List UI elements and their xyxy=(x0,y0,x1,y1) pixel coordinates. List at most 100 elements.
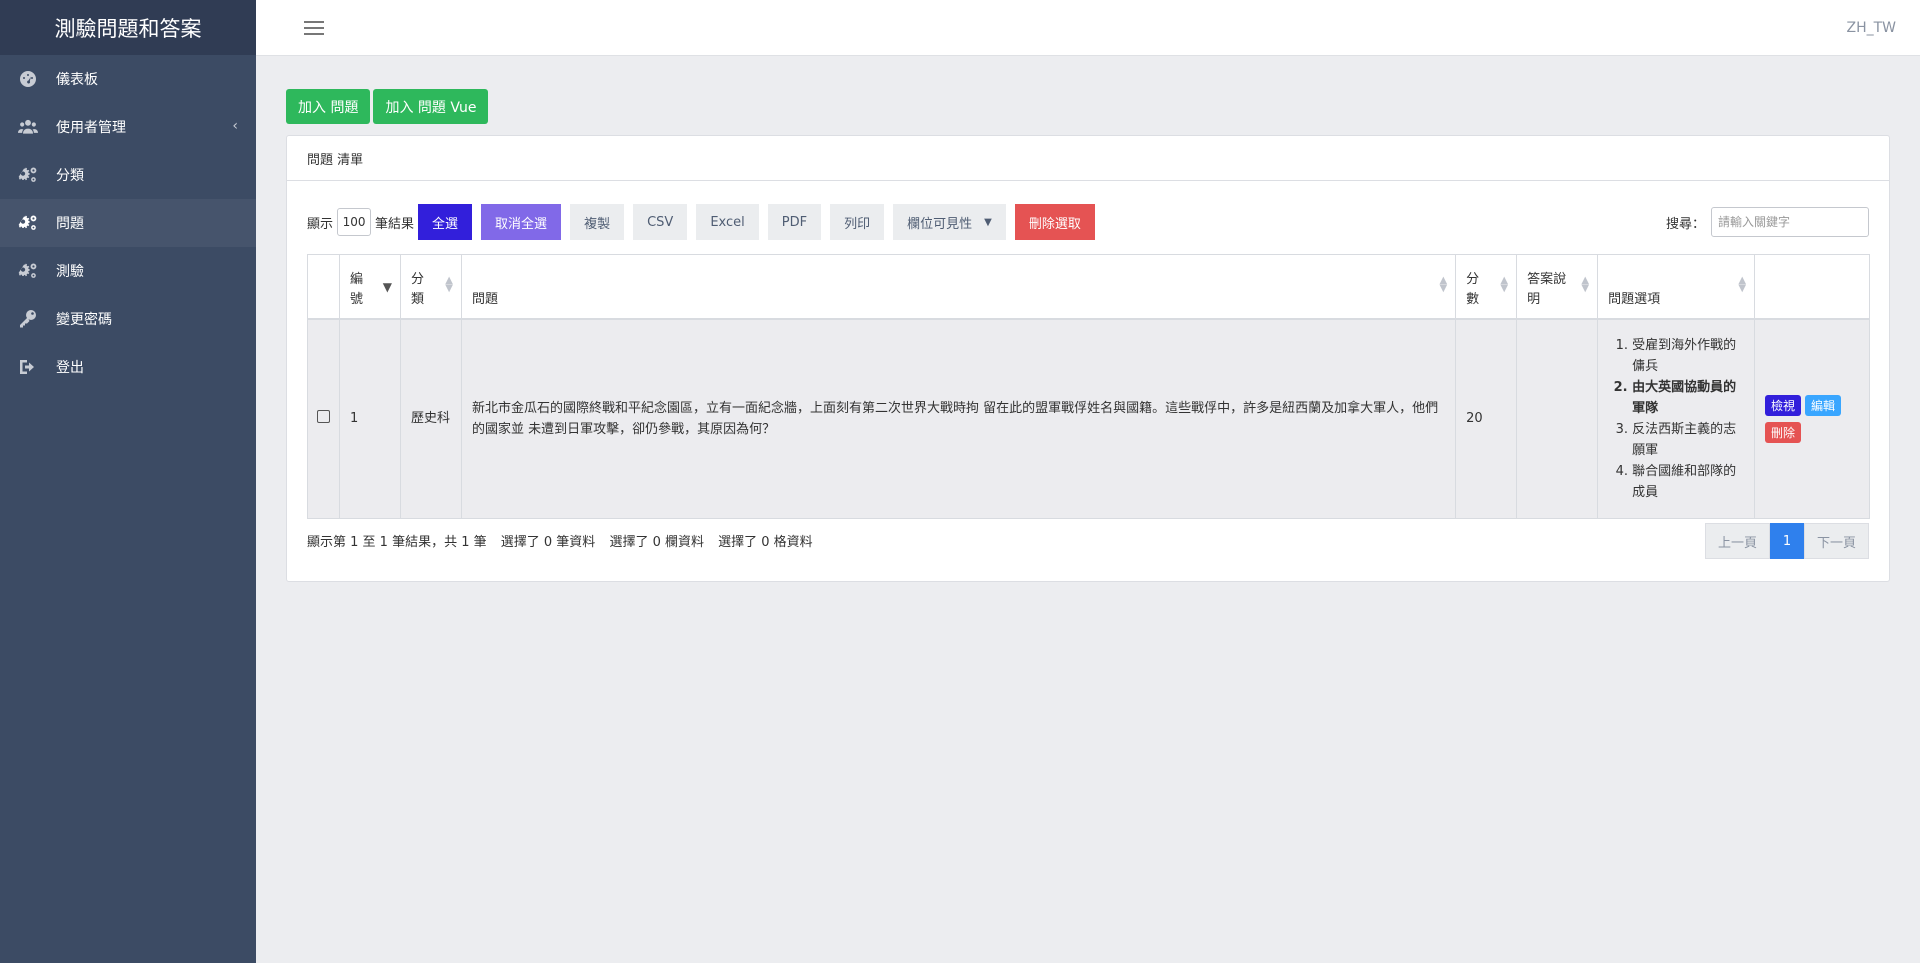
table-header-row: 編號 ▼ 分類 ▲ ▼ 問題 ▲ ▼ 分數 ▲ ▼ 答案說明 ▲ ▼ 問題選項 … xyxy=(307,254,1870,320)
hamburger-menu-icon[interactable] xyxy=(304,19,324,37)
deselect-all-button[interactable]: 取消全選 xyxy=(481,204,562,240)
dashboard-icon xyxy=(17,68,39,90)
th-label: 問題選項 xyxy=(1608,291,1661,307)
print-button[interactable]: 列印 xyxy=(830,204,885,240)
locale-switcher[interactable]: ZH_TW xyxy=(1846,20,1896,36)
sort-icon: ▲ ▼ xyxy=(1738,275,1747,294)
th-options[interactable]: 問題選項 ▲ ▼ xyxy=(1597,254,1756,320)
top-header: ZH_TW xyxy=(256,0,1920,56)
sort-desc-icon: ▼ xyxy=(382,280,392,294)
row-checkbox[interactable] xyxy=(316,410,330,424)
sidebar-item-label: 問題 xyxy=(56,216,84,232)
search-area: 搜尋： xyxy=(1666,207,1869,237)
sidebar-item-label: 登出 xyxy=(56,360,84,376)
sidebar-item-change-password[interactable]: 變更密碼 xyxy=(0,295,256,343)
key-icon xyxy=(17,308,39,330)
gears-icon xyxy=(17,212,39,234)
sort-icon: ▲ ▼ xyxy=(1581,275,1590,294)
search-input[interactable] xyxy=(1711,207,1869,237)
sidebar-item-label: 測驗 xyxy=(56,264,84,280)
sidebar-item-quizzes[interactable]: 測驗 xyxy=(0,247,256,295)
info-text: 顯示第 1 至 1 筆結果，共 1 筆 xyxy=(307,535,487,550)
sidebar-item-user-management[interactable]: 使用者管理 ‹ xyxy=(0,103,256,151)
th-explanation[interactable]: 答案說明 ▲ ▼ xyxy=(1516,254,1599,320)
next-page-button[interactable]: 下一頁 xyxy=(1803,523,1869,559)
cell-id: 1 xyxy=(338,318,401,519)
search-label: 搜尋： xyxy=(1665,216,1705,232)
column-visibility-button[interactable]: 欄位可見性 ▼ xyxy=(893,204,1006,240)
users-icon xyxy=(17,116,39,138)
sidebar-item-logout[interactable]: 登出 xyxy=(0,343,256,391)
column-visibility-label: 欄位可見性 xyxy=(907,216,973,232)
cell-score: 20 xyxy=(1455,318,1518,519)
entries-label: 筆結果 xyxy=(375,216,415,232)
brand-title: 測驗問題和答案 xyxy=(0,0,256,55)
excel-button[interactable]: Excel xyxy=(696,204,759,240)
th-id[interactable]: 編號 ▼ xyxy=(338,254,401,320)
option-item: 受雇到海外作戰的傭兵 xyxy=(1632,335,1744,377)
cell-question: 新北市金瓜石的國際終戰和平紀念園區，立有一面紀念牆，上面刻有第二次世界大戰時拘 … xyxy=(460,318,1457,519)
th-label: 編號 xyxy=(349,271,363,307)
sidebar-item-label: 變更密碼 xyxy=(56,312,112,328)
option-item: 反法西斯主義的志願軍 xyxy=(1632,419,1744,461)
cell-options: 受雇到海外作戰的傭兵 由大英國協動員的軍隊 反法西斯主義的志願軍 聯合國維和部隊… xyxy=(1597,318,1756,519)
view-button[interactable]: 檢視 xyxy=(1765,394,1802,416)
sidebar-item-categories[interactable]: 分類 xyxy=(0,151,256,199)
select-all-button[interactable]: 全選 xyxy=(418,204,473,240)
table-toolbar: 顯示 100 筆結果 全選 取消全選 複製 CSV Excel PDF 列印 欄… xyxy=(307,204,1869,240)
cell-explanation xyxy=(1516,318,1599,519)
th-label: 答案說明 xyxy=(1527,271,1567,307)
row-select-cell xyxy=(307,318,340,519)
gears-icon xyxy=(17,164,39,186)
th-question[interactable]: 問題 ▲ ▼ xyxy=(460,254,1457,320)
pagination: 上一頁 1 下一頁 xyxy=(1704,523,1869,559)
pdf-button[interactable]: PDF xyxy=(767,204,822,240)
page-1-button[interactable]: 1 xyxy=(1769,523,1804,559)
delete-button[interactable]: 刪除 xyxy=(1765,421,1802,443)
question-list-card: 問題 清單 顯示 100 筆結果 全選 取消全選 複製 CSV Excel PD… xyxy=(286,135,1890,582)
cell-actions: 檢視 編輯 刪除 xyxy=(1754,318,1870,519)
th-select xyxy=(307,254,340,320)
chevron-left-icon: ‹ xyxy=(232,118,238,134)
page-length-select[interactable]: 100 xyxy=(337,208,372,236)
csv-button[interactable]: CSV xyxy=(633,204,688,240)
sort-icon: ▲ ▼ xyxy=(1439,275,1448,294)
add-question-button[interactable]: 加入 問題 xyxy=(286,89,371,124)
gears-icon xyxy=(17,260,39,282)
th-score[interactable]: 分數 ▲ ▼ xyxy=(1455,254,1518,320)
th-label: 問題 xyxy=(471,291,498,307)
table-row[interactable]: 1 歷史科 新北市金瓜石的國際終戰和平紀念園區，立有一面紀念牆，上面刻有第二次世… xyxy=(307,318,1870,519)
copy-button[interactable]: 複製 xyxy=(570,204,625,240)
sort-icon: ▲ ▼ xyxy=(1500,275,1509,294)
sidebar-item-label: 儀表板 xyxy=(56,72,98,88)
show-label: 顯示 xyxy=(307,216,334,232)
sidebar-item-questions[interactable]: 問題 xyxy=(0,199,256,247)
delete-selected-button[interactable]: 刪除選取 xyxy=(1014,204,1095,240)
sidebar-item-label: 分類 xyxy=(56,168,84,184)
sidebar: 測驗問題和答案 儀表板 使用者管理 ‹ 分類 問題 測驗 變更密碼 登出 xyxy=(0,0,256,963)
caret-down-icon: ▼ xyxy=(984,216,992,228)
card-title: 問題 清單 xyxy=(287,136,1889,181)
sidebar-nav: 儀表板 使用者管理 ‹ 分類 問題 測驗 變更密碼 登出 xyxy=(0,55,256,391)
option-item: 聯合國維和部隊的成員 xyxy=(1632,461,1744,503)
table-info: 顯示第 1 至 1 筆結果，共 1 筆 選擇了 0 筆資料 選擇了 0 欄資料 … xyxy=(307,531,823,550)
main-content: 加入 問題 加入 問題 Vue 問題 清單 顯示 100 筆結果 全選 取消全選… xyxy=(286,89,1890,582)
th-label: 分類 xyxy=(410,271,424,307)
selected-cells-text: 選擇了 0 格資料 xyxy=(718,535,813,550)
sidebar-item-dashboard[interactable]: 儀表板 xyxy=(0,55,256,103)
th-actions xyxy=(1754,254,1870,320)
sidebar-item-label: 使用者管理 xyxy=(56,120,126,136)
add-question-vue-button[interactable]: 加入 問題 Vue xyxy=(373,89,489,124)
option-item-correct: 由大英國協動員的軍隊 xyxy=(1632,377,1744,419)
th-label: 分數 xyxy=(1466,271,1480,307)
logout-icon xyxy=(17,356,39,378)
selected-cols-text: 選擇了 0 欄資料 xyxy=(609,535,704,550)
selected-rows-text: 選擇了 0 筆資料 xyxy=(500,535,596,550)
edit-button[interactable]: 編輯 xyxy=(1805,394,1842,416)
sort-icon: ▲ ▼ xyxy=(445,275,453,294)
th-category[interactable]: 分類 ▲ ▼ xyxy=(399,254,462,320)
top-button-group: 加入 問題 加入 問題 Vue xyxy=(286,89,1890,124)
cell-category: 歷史科 xyxy=(399,318,462,519)
questions-table: 編號 ▼ 分類 ▲ ▼ 問題 ▲ ▼ 分數 ▲ ▼ 答案說明 ▲ ▼ 問題選項 … xyxy=(307,254,1870,519)
prev-page-button[interactable]: 上一頁 xyxy=(1704,523,1770,559)
